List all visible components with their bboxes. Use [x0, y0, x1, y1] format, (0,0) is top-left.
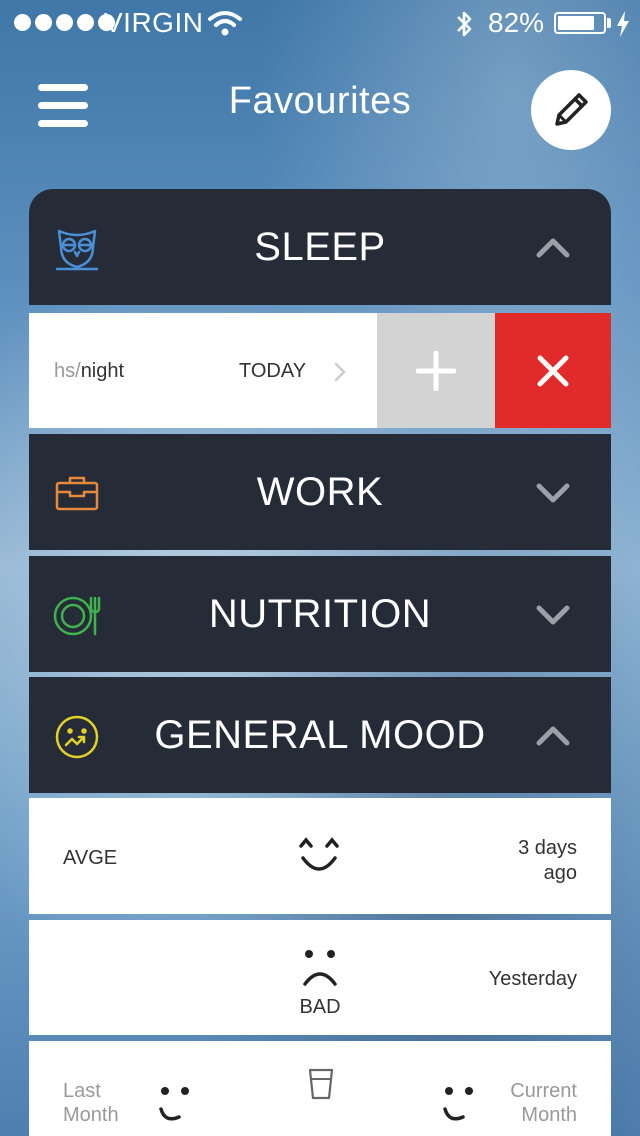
date-label: TODAY	[239, 360, 307, 382]
wifi-icon	[208, 11, 242, 36]
mood-comparison-row[interactable]: Last Month Current Month	[29, 1041, 611, 1136]
chevron-down-icon[interactable]	[535, 478, 571, 506]
mood-level-label: AVGE	[63, 847, 118, 869]
battery-nub	[607, 18, 611, 28]
current-month-label: Current Month	[510, 1080, 577, 1126]
sleep-unit-label: hs/night	[54, 360, 124, 383]
delete-entry-button[interactable]	[495, 313, 611, 428]
pencil-icon	[555, 93, 588, 126]
mood-entry-row[interactable]: BAD Yesterday	[29, 920, 611, 1035]
category-header-sleep[interactable]: SLEEP	[29, 189, 611, 305]
battery-level	[558, 16, 595, 30]
category-title-sleep: SLEEP	[254, 225, 386, 269]
water-glass-icon	[308, 1068, 334, 1100]
category-title-work: WORK	[256, 470, 384, 514]
entry-time: 3 days ago	[518, 837, 577, 884]
battery-icon	[554, 12, 606, 34]
category-title-nutrition: NUTRITION	[208, 592, 432, 636]
charging-icon	[617, 11, 629, 37]
edit-button[interactable]	[531, 70, 611, 150]
add-entry-button[interactable]	[377, 313, 495, 428]
last-month-label: Last Month	[63, 1080, 119, 1126]
category-title-general-mood: GENERAL MOOD	[154, 713, 486, 757]
mood-label: BAD	[299, 996, 341, 1018]
sleep-entry-row[interactable]: hs/night TODAY	[29, 313, 611, 428]
sad-face-icon	[303, 950, 337, 986]
happy-face-icon	[299, 837, 339, 871]
mood-entry-row[interactable]: AVGE 3 days ago	[29, 798, 611, 914]
chevron-up-icon[interactable]	[535, 233, 571, 261]
last-month-face-icon	[159, 1087, 189, 1121]
entry-time: Yesterday	[488, 968, 577, 990]
category-header-nutrition[interactable]: NUTRITION	[29, 556, 611, 672]
status-bar: VIRGIN 82%	[0, 0, 640, 48]
sleep-unit-faded: hs/	[54, 360, 81, 382]
chevron-up-icon[interactable]	[535, 721, 571, 749]
carrier-name: VIRGIN	[104, 7, 204, 38]
category-header-work[interactable]: WORK	[29, 434, 611, 550]
bluetooth-icon	[457, 11, 472, 37]
close-icon	[537, 355, 569, 386]
category-header-general-mood[interactable]: GENERAL MOOD	[29, 677, 611, 793]
plus-icon	[416, 350, 456, 391]
battery-percentage: 82%	[488, 7, 545, 38]
sleep-unit: night	[80, 360, 125, 382]
signal-strength-icon	[14, 14, 115, 31]
chevron-down-icon[interactable]	[535, 600, 571, 628]
chevron-right-icon	[334, 362, 346, 382]
current-month-face-icon	[443, 1087, 473, 1121]
